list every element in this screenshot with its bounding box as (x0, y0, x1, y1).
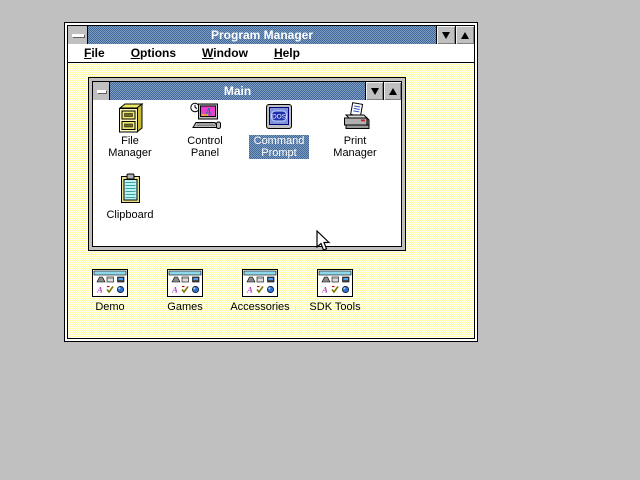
program-group-icon: A (242, 269, 278, 297)
program-group-icon: A (167, 269, 203, 297)
program-item-label: Print Manager (333, 135, 377, 159)
group-item-label: SDK Tools (309, 301, 361, 313)
arrow-down-icon (442, 31, 450, 39)
arrow-up-icon (388, 87, 397, 95)
program-manager-window: Program Manager File Options Window Help (64, 22, 478, 342)
program-item-file-manager[interactable]: File Manager (94, 102, 166, 161)
program-item-control-panel[interactable]: A Control Panel (169, 102, 241, 161)
arrow-up-icon (461, 31, 469, 39)
group-item-accessories[interactable]: A Accessories (222, 269, 298, 315)
menu-options[interactable]: Options (131, 45, 176, 62)
program-item-clipboard[interactable]: Clipboard (94, 173, 166, 223)
menu-file[interactable]: File (84, 45, 105, 62)
window-title: Program Manager (210, 28, 314, 42)
main-group-window: Main File Manager A Control Panel DOS Co… (88, 77, 406, 251)
maximize-button[interactable] (383, 82, 401, 100)
control-panel-icon: A (190, 102, 221, 129)
control-menu-icon[interactable] (93, 82, 110, 100)
program-item-label-selected: Command Prompt (249, 135, 309, 159)
minimize-button[interactable] (436, 26, 455, 44)
group-item-sdk-tools[interactable]: A SDK Tools (297, 269, 373, 315)
program-item-label: Control Panel (187, 135, 223, 159)
arrow-down-icon (370, 87, 379, 95)
svg-text:A: A (246, 285, 253, 295)
svg-text:A: A (321, 285, 328, 295)
group-item-demo[interactable]: A Demo (72, 269, 148, 315)
dos-monitor-icon: DOS (266, 104, 292, 129)
group-window-title: Main (223, 84, 252, 98)
program-manager-titlebar[interactable]: Program Manager (68, 26, 474, 44)
desktop: Program Manager File Options Window Help (0, 0, 640, 480)
main-group-client: File Manager A Control Panel DOS Command… (93, 100, 401, 246)
printer-icon (344, 102, 370, 129)
menu-window[interactable]: Window (202, 45, 248, 62)
group-item-games[interactable]: A Games (147, 269, 223, 315)
clipboard-icon (121, 173, 140, 203)
group-item-label: Demo (95, 301, 125, 313)
svg-text:A: A (171, 285, 178, 295)
main-group-titlebar[interactable]: Main (93, 82, 401, 100)
group-item-label: Games (167, 301, 203, 313)
minimize-button[interactable] (365, 82, 383, 100)
program-manager-client: Main File Manager A Control Panel DOS Co… (68, 63, 474, 338)
program-item-print-manager[interactable]: Print Manager (319, 102, 391, 161)
svg-text:DOS: DOS (272, 114, 287, 121)
program-item-label: Clipboard (106, 209, 154, 221)
svg-text:A: A (204, 107, 211, 117)
file-cabinet-icon (118, 102, 144, 134)
program-group-icon: A (317, 269, 353, 297)
svg-text:A: A (96, 285, 103, 295)
program-item-label: File Manager (108, 135, 152, 159)
menu-bar: File Options Window Help (68, 44, 474, 63)
control-menu-icon[interactable] (68, 26, 88, 44)
menu-help[interactable]: Help (274, 45, 300, 62)
group-item-label: Accessories (230, 301, 290, 313)
program-item-command-prompt[interactable]: DOS Command Prompt (243, 102, 315, 161)
program-group-icon: A (92, 269, 128, 297)
maximize-button[interactable] (455, 26, 474, 44)
